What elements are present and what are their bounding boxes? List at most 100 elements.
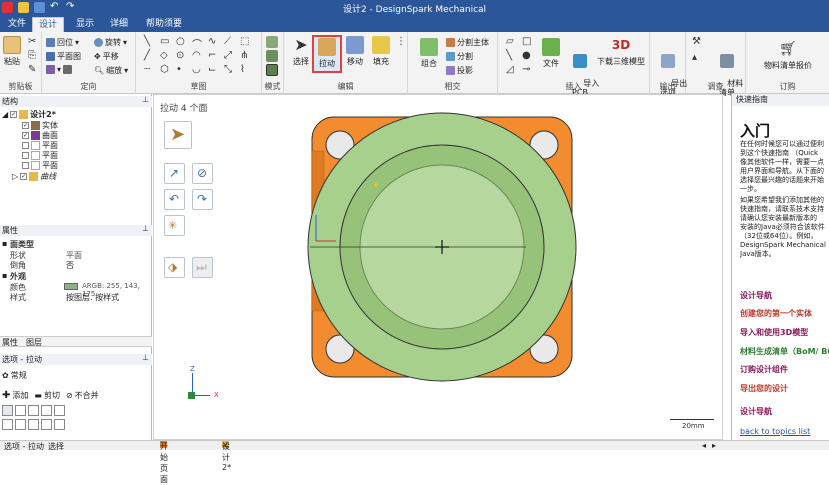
- pin-icon[interactable]: ⊥: [142, 224, 149, 233]
- direction-tool-button[interactable]: ↗: [164, 163, 185, 184]
- bend-tool-icon[interactable]: ⌇: [240, 64, 245, 75]
- model-view[interactable]: [306, 111, 578, 383]
- line-tool-icon[interactable]: ╲: [144, 36, 150, 47]
- plan-view-button[interactable]: 平面图: [46, 51, 81, 62]
- tangent-line-icon[interactable]: ╱: [144, 50, 150, 61]
- guide-link[interactable]: 订购设计组件: [740, 364, 788, 375]
- project-button[interactable]: 投影: [446, 65, 473, 76]
- cube2-option-icon[interactable]: [15, 419, 26, 430]
- guide-link[interactable]: 设计导航: [740, 290, 772, 301]
- split-body-button[interactable]: 分割主体: [446, 37, 489, 48]
- prop-row[interactable]: 颜色 ARGB: 255, 143, 175: [0, 282, 152, 298]
- tab-properties[interactable]: 属性: [2, 337, 18, 348]
- fill-button[interactable]: 填充: [370, 36, 392, 67]
- axis-icon[interactable]: ╲: [506, 50, 512, 61]
- copy-icon[interactable]: ⎘: [28, 50, 36, 61]
- guide-link[interactable]: 创建您的第一个实体: [740, 308, 812, 319]
- back-to-topics-link[interactable]: back to topics list: [740, 427, 810, 436]
- rectangle-tool-icon[interactable]: ▭: [160, 36, 169, 47]
- guide-link[interactable]: 导入和使用3D模型: [740, 327, 808, 338]
- select-tool-button[interactable]: ➤: [164, 121, 192, 149]
- circle-tool-icon[interactable]: ○: [176, 36, 185, 47]
- tab-help[interactable]: 帮助须要: [140, 17, 188, 32]
- cube5-option-icon[interactable]: [54, 419, 65, 430]
- fast-forward-button[interactable]: ⏭: [192, 257, 213, 278]
- edit-extra-icon[interactable]: ⋮: [396, 36, 406, 47]
- pin-icon[interactable]: ⊥: [142, 95, 149, 104]
- plane-icon[interactable]: ▱: [506, 36, 514, 47]
- select-button[interactable]: ➤ 选择: [290, 36, 312, 67]
- polygon-tool-icon[interactable]: ⬡: [160, 64, 169, 75]
- extend-tool-icon[interactable]: ⤢: [224, 50, 232, 61]
- insert-file-button[interactable]: 文件: [540, 38, 562, 69]
- scale-option-icon[interactable]: [54, 405, 65, 416]
- shape-option-icon[interactable]: [28, 405, 39, 416]
- point-tool-icon[interactable]: •: [176, 64, 182, 75]
- spline-tool-icon[interactable]: ∿: [208, 36, 216, 47]
- checkbox[interactable]: [22, 152, 29, 159]
- trim-tool-icon[interactable]: ⟋: [224, 36, 231, 47]
- tab-display[interactable]: 显示: [70, 17, 100, 32]
- measure-icon[interactable]: ⚒: [692, 36, 701, 47]
- spin-button[interactable]: 旋转 ▾: [94, 37, 127, 48]
- view-cube-dropdown-icon[interactable]: ▾: [57, 65, 61, 74]
- sweep-tool-button[interactable]: ↷: [192, 189, 213, 210]
- point-icon[interactable]: ⊸: [522, 64, 530, 75]
- checkbox[interactable]: ✓: [22, 132, 29, 139]
- download-3d-button[interactable]: 3D 下载三维模型: [596, 36, 646, 67]
- fillet-tool-icon[interactable]: ⌐: [208, 50, 216, 61]
- offset-tool-icon[interactable]: ⬚: [240, 36, 249, 47]
- spin-dropdown-icon[interactable]: ▾: [123, 38, 127, 47]
- origin-icon[interactable]: ◿: [506, 64, 514, 75]
- paste-button[interactable]: 粘贴: [2, 36, 22, 67]
- cube-option-icon[interactable]: [2, 419, 13, 430]
- view-option-icon[interactable]: [41, 405, 52, 416]
- equation-icon[interactable]: □: [522, 36, 531, 47]
- pin-icon[interactable]: ⊥: [142, 353, 149, 362]
- prop-row[interactable]: 形状 平面: [0, 250, 152, 260]
- home-button[interactable]: 回位 ▾: [46, 37, 79, 48]
- prop-row[interactable]: 倒角 否: [0, 260, 152, 270]
- checkbox[interactable]: ✓: [22, 122, 29, 129]
- up-to-tool-button[interactable]: ⊘: [192, 163, 213, 184]
- home-dropdown-icon[interactable]: ▾: [75, 38, 79, 47]
- check-icon[interactable]: ▴: [692, 52, 697, 63]
- checkbox[interactable]: ✓: [10, 111, 18, 118]
- construction-line-icon[interactable]: ┈: [144, 64, 150, 75]
- mirror-tool-icon[interactable]: ⋔: [240, 50, 248, 61]
- 3d-mode-button[interactable]: [266, 64, 278, 78]
- pan-button[interactable]: ✥ 平移: [94, 51, 119, 62]
- tab-scroll-right-icon[interactable]: ▸: [712, 441, 716, 450]
- tab-design[interactable]: 设计: [32, 17, 65, 32]
- revolve-tool-button[interactable]: ↶: [164, 189, 185, 210]
- rectangle3-tool-icon[interactable]: ◇: [160, 50, 168, 61]
- tab-scroll-left-icon[interactable]: ◂: [702, 441, 706, 450]
- guide-link[interactable]: 导出您的设计: [740, 383, 788, 394]
- sweep-arc-icon[interactable]: ◡: [192, 64, 201, 75]
- color-swatch[interactable]: [64, 283, 78, 290]
- pull-button[interactable]: 拉动: [312, 35, 342, 73]
- prop-row[interactable]: 样式 按图层. 按样式: [0, 292, 152, 302]
- line-option-icon[interactable]: [15, 405, 26, 416]
- checkbox[interactable]: [22, 142, 29, 149]
- guide-link[interactable]: 材料生成清单（BoM/ BO: [740, 346, 829, 357]
- complete-tool-button[interactable]: ⬗: [164, 257, 185, 278]
- arc-tool-icon[interactable]: ⌒: [192, 36, 202, 51]
- zoom-button[interactable]: 🔍︎ 缩放 ▾: [94, 65, 128, 76]
- tab-layers[interactable]: 图层: [26, 337, 42, 348]
- guide-link[interactable]: 设计导航: [740, 406, 772, 417]
- tree-item-curve[interactable]: ▷ ✓ 曲线: [12, 171, 56, 182]
- cube3-option-icon[interactable]: [28, 419, 39, 430]
- move-button[interactable]: 移动: [344, 36, 366, 67]
- checkbox[interactable]: [22, 162, 29, 169]
- ellipse-tool-icon[interactable]: ⊙: [176, 50, 184, 61]
- collapse-icon[interactable]: ▪: [2, 271, 7, 280]
- cube4-option-icon[interactable]: [41, 419, 52, 430]
- zoom-dropdown-icon[interactable]: ▾: [124, 66, 128, 75]
- add-icon[interactable]: ✚: [2, 390, 10, 401]
- split-button[interactable]: 分割: [446, 51, 473, 62]
- tab-detail[interactable]: 详细: [104, 17, 134, 32]
- expand-icon[interactable]: ◢: [2, 110, 8, 119]
- format-icon[interactable]: ✎: [28, 64, 36, 75]
- cut-icon[interactable]: ✂: [28, 36, 36, 47]
